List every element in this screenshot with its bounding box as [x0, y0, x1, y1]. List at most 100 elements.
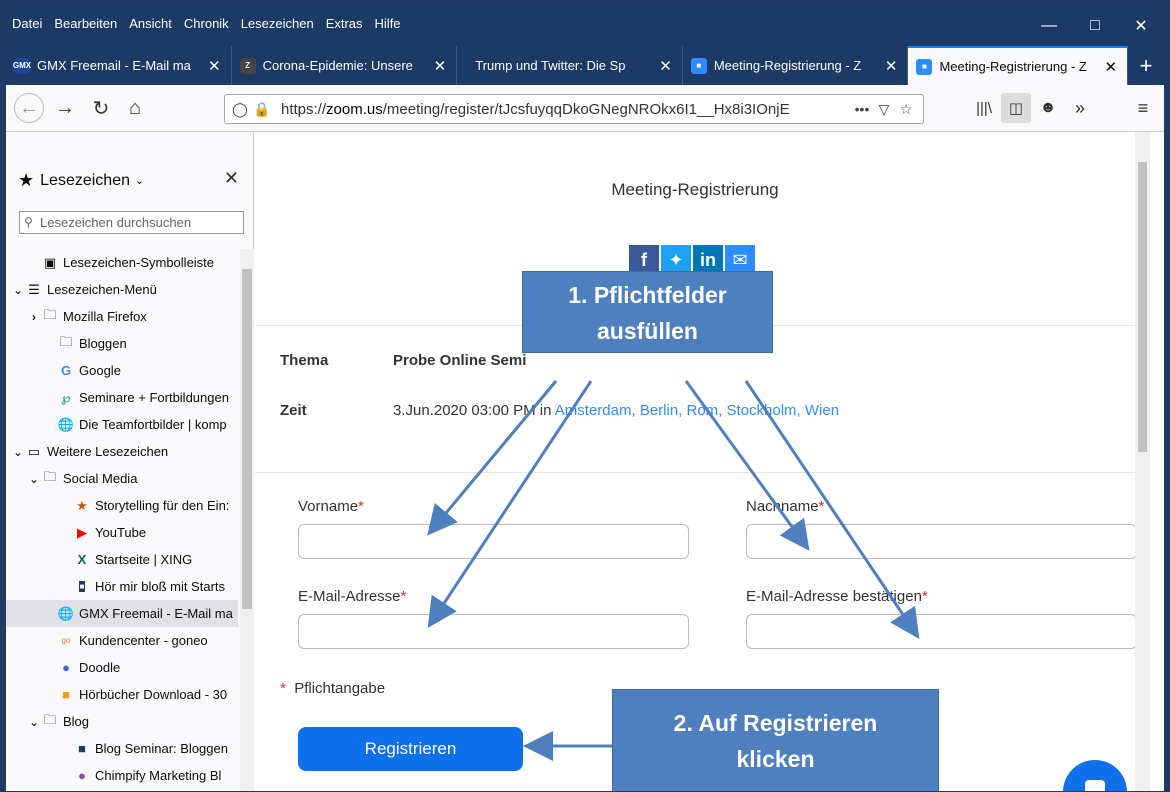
close-tab-icon[interactable]: ✕	[885, 57, 898, 75]
close-sidebar-icon[interactable]: ✕	[224, 168, 239, 189]
bookmark-item[interactable]: › 🗀 Mozilla Firefox	[6, 303, 238, 330]
back-icon[interactable]: ←	[14, 93, 44, 123]
chevron-down-icon[interactable]: ⌄	[10, 445, 26, 459]
tab-corona[interactable]: Z Corona-Epidemie: Unsere ✕	[232, 46, 458, 85]
bookmarks-sidebar: ★ Lesezeichen ⌄ ✕ ⚲ Lesezeichen durchsuc…	[6, 132, 254, 791]
bookmark-label: Blog	[63, 714, 90, 729]
bookmark-item[interactable]: ⌄ 🗀 Blog	[6, 708, 238, 735]
register-button[interactable]: Registrieren	[298, 727, 523, 771]
url-bar[interactable]: ◯ 🔒 https://zoom.us/meeting/register/tJc…	[224, 94, 924, 124]
chat-bubble-icon[interactable]	[1063, 760, 1127, 791]
bookmark-tree: ▣ Lesezeichen-Symbolleiste ⌄ ☰ Lesezeichen-M…	[6, 249, 238, 789]
bookmark-item[interactable]: ⌄ 🗀 Social Media	[6, 465, 238, 492]
bookmark-star-icon[interactable]: ☆	[895, 101, 917, 118]
time-label: Zeit	[280, 402, 307, 419]
home-icon[interactable]: ⌂	[120, 93, 150, 123]
goneo-icon: go	[61, 636, 71, 645]
menu-datei[interactable]: Datei	[12, 16, 42, 31]
forward-icon[interactable]: →	[50, 93, 80, 123]
bookmark-item[interactable]: ■ Blog Seminar: Bloggen	[6, 735, 238, 762]
star-box-icon: ▣	[43, 254, 57, 270]
bookmark-item[interactable]: ℘ Seminare + Fortbildungen	[6, 384, 238, 411]
zeit-favicon-icon: Z	[239, 57, 256, 74]
tab-zoom-1[interactable]: ■ Meeting-Registrierung - Z ✕	[683, 46, 909, 85]
sidebar-header[interactable]: ★ Lesezeichen ⌄	[18, 170, 144, 191]
bookmark-label: Lesezeichen-Menü	[47, 282, 157, 297]
scrollbar-thumb[interactable]	[242, 269, 252, 609]
bookmark-item[interactable]: go Kundencenter - goneo	[6, 627, 238, 654]
bookmark-item[interactable]: 🗀 Bloggen	[6, 330, 238, 357]
bookmark-label: Hörbücher Download - 30	[79, 687, 228, 702]
folder-icon: 🗀	[59, 333, 73, 349]
tab-zoom-2-active[interactable]: ■ Meeting-Registrierung - Z ✕	[908, 46, 1129, 85]
menu-chronik[interactable]: Chronik	[184, 16, 229, 31]
tab-label: GMX Freemail - E-Mail ma	[37, 58, 191, 73]
minimize-icon[interactable]: —	[1026, 6, 1072, 46]
menu-bearbeiten[interactable]: Bearbeiten	[54, 16, 117, 31]
close-tab-icon[interactable]: ✕	[434, 57, 447, 75]
bookmark-item[interactable]: 🌐 GMX Freemail - E-Mail ma	[6, 600, 238, 627]
menu-ansicht[interactable]: Ansicht	[129, 16, 172, 31]
sidebar-scrollbar[interactable]	[240, 249, 254, 791]
bookmark-item[interactable]: X Startseite | XING	[6, 546, 238, 573]
chimpify-icon: ●	[78, 768, 86, 783]
page-actions-icon[interactable]: •••	[851, 101, 873, 117]
chevron-down-icon[interactable]: ⌄	[10, 283, 26, 297]
url-text[interactable]: https://zoom.us/meeting/register/tJcsfuy…	[281, 101, 851, 118]
email-confirm-input[interactable]	[746, 614, 1137, 649]
email-label: E-Mail-Adresse*	[298, 588, 407, 605]
chevron-right-icon[interactable]: ›	[26, 310, 42, 324]
new-tab-icon[interactable]: +	[1128, 46, 1164, 85]
sidebar-toggle-icon[interactable]: ◫	[1001, 93, 1031, 123]
time-value: 3.Jun.2020 03:00 PM in Amsterdam, Berlin…	[393, 402, 840, 419]
bookmark-item[interactable]: ▶ YouTube	[6, 519, 238, 546]
page-scrollbar[interactable]	[1135, 132, 1150, 791]
youtube-icon: ▶	[77, 524, 87, 540]
tab-trump[interactable]: Trump und Twitter: Die Sp ✕	[457, 46, 683, 85]
callout-step-2: 2. Auf Registrieren klicken	[612, 689, 939, 791]
tab-gmx[interactable]: GMX GMX Freemail - E-Mail ma ✕	[6, 46, 232, 85]
close-tab-icon[interactable]: ✕	[659, 57, 672, 75]
menu-extras[interactable]: Extras	[326, 16, 363, 31]
bookmark-item[interactable]: 🌐 Die Teamfortbilder | komp	[6, 411, 238, 438]
bookmark-item[interactable]: ■ Hör mir bloß mit Starts	[6, 573, 238, 600]
bookmark-label: Startseite | XING	[95, 552, 193, 567]
lock-icon[interactable]: 🔒	[251, 101, 273, 118]
scrollbar-thumb[interactable]	[1138, 162, 1147, 452]
google-icon: G	[60, 363, 72, 378]
timezone-link[interactable]: Amsterdam, Berlin, Rom, Stockholm, Wien	[555, 402, 839, 419]
zoom-favicon-icon: ■	[916, 58, 933, 75]
chevron-down-icon[interactable]: ⌄	[26, 472, 42, 486]
lastname-label: Nachname*	[746, 498, 825, 515]
bookmark-item[interactable]: ■ Hörbücher Download - 30	[6, 681, 238, 708]
reload-icon[interactable]: ↻	[86, 93, 116, 123]
overflow-chevron-icon[interactable]: »	[1065, 93, 1095, 123]
bookmark-item[interactable]: ▣ Lesezeichen-Symbolleiste	[6, 249, 238, 276]
close-tab-icon[interactable]: ✕	[208, 57, 221, 75]
email-input[interactable]	[298, 614, 689, 649]
bookmark-item[interactable]: ★ Storytelling für den Ein:	[6, 492, 238, 519]
bookmark-item[interactable]: G Google	[6, 357, 238, 384]
bookmark-item[interactable]: ⌄ ▭ Weitere Lesezeichen	[6, 438, 238, 465]
close-window-icon[interactable]: ✕	[1118, 6, 1164, 46]
hamburger-menu-icon[interactable]: ≡	[1128, 93, 1158, 123]
maximize-icon[interactable]: □	[1072, 6, 1118, 46]
doodle-icon: ●	[62, 660, 70, 675]
bookmark-item[interactable]: ● Doodle	[6, 654, 238, 681]
account-icon[interactable]: ☻	[1033, 93, 1063, 123]
chevron-down-icon[interactable]: ⌄	[26, 715, 42, 729]
bookmark-label: Doodle	[79, 660, 121, 675]
firstname-input[interactable]	[298, 524, 689, 559]
bookmark-item[interactable]: ● Chimpify Marketing Bl	[6, 762, 238, 789]
bookmark-item[interactable]: ⌄ ☰ Lesezeichen-Menü	[6, 276, 238, 303]
shield-icon[interactable]: ◯	[229, 101, 251, 118]
lastname-input[interactable]	[746, 524, 1137, 559]
close-tab-icon[interactable]: ✕	[1105, 58, 1118, 76]
tab-strip: GMX GMX Freemail - E-Mail ma ✕ Z Corona-…	[6, 46, 1164, 85]
menu-hilfe[interactable]: Hilfe	[375, 16, 401, 31]
bookmark-search-input[interactable]: ⚲ Lesezeichen durchsuchen	[19, 211, 244, 234]
library-icon[interactable]: |||\	[969, 93, 999, 123]
bookmark-label: Lesezeichen-Symbolleiste	[63, 255, 215, 270]
pocket-icon[interactable]: ▽	[873, 101, 895, 118]
menu-lesezeichen[interactable]: Lesezeichen	[241, 16, 314, 31]
